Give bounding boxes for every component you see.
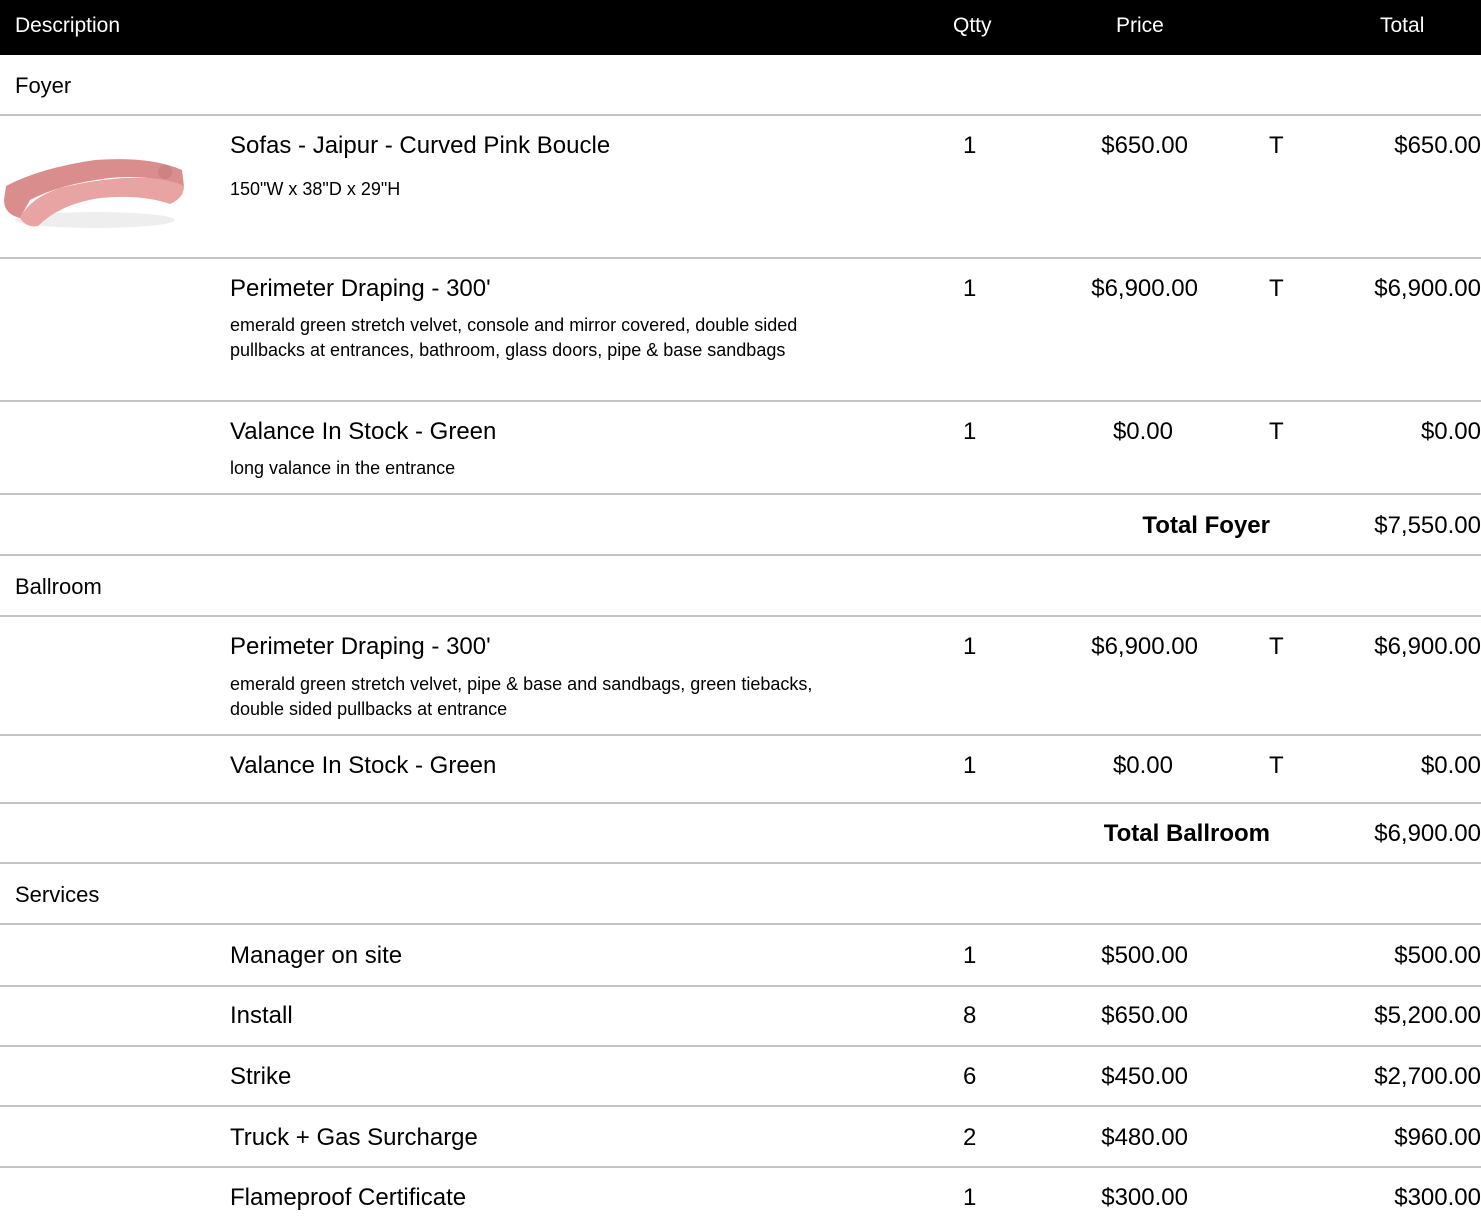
item-total: $5,200.00 [1374, 1002, 1481, 1029]
item-price: $300.00 [1101, 1184, 1188, 1211]
item-price: $500.00 [1101, 942, 1188, 969]
item-price: $480.00 [1101, 1124, 1188, 1151]
divider [0, 1166, 1481, 1168]
item-details: long valance in the entrance [230, 458, 456, 478]
section-total-value: $6,900.00 [1374, 820, 1481, 847]
item-price: $0.00 [1112, 752, 1173, 779]
section-title-ballroom: Ballroom [15, 574, 102, 599]
item-tax: T [1269, 633, 1284, 660]
item-price: $450.00 [1101, 1063, 1188, 1090]
item-name: Truck + Gas Surcharge [230, 1124, 478, 1151]
item-tax: T [1269, 275, 1284, 302]
item-name: Install [230, 1002, 293, 1029]
item-qty: 1 [963, 132, 977, 159]
item-price: $6,900.00 [1091, 633, 1198, 660]
item-name: Strike [230, 1063, 292, 1090]
table-header: Description Qtty Price Total [0, 0, 1481, 55]
item-qty: 1 [963, 418, 977, 445]
section-total-value: $7,550.00 [1374, 512, 1481, 539]
item-qty: 1 [963, 1184, 977, 1211]
item-details: 150"W x 38"D x 29"H [230, 179, 401, 199]
section-title-services: Services [15, 882, 100, 907]
item-name: Perimeter Draping - 300' [230, 275, 491, 302]
item-price: $650.00 [1101, 1002, 1188, 1029]
item-qty: 1 [963, 633, 977, 660]
divider [0, 615, 1481, 617]
header-price: Price [1116, 14, 1164, 37]
item-price: $0.00 [1112, 418, 1173, 445]
item-name: Manager on site [230, 942, 403, 969]
item-total: $2,700.00 [1374, 1063, 1481, 1090]
item-qty: 6 [963, 1063, 977, 1090]
item-name: Flameproof Certificate [230, 1184, 467, 1211]
item-name: Sofas - Jaipur - Curved Pink Boucle [230, 132, 611, 159]
item-total: $650.00 [1394, 132, 1481, 159]
item-qty: 1 [963, 942, 977, 969]
item-total: $6,900.00 [1374, 633, 1481, 660]
divider [0, 734, 1481, 736]
item-qty: 1 [963, 752, 977, 779]
item-qty: 2 [963, 1124, 977, 1151]
item-total: $0.00 [1420, 418, 1481, 445]
divider [0, 802, 1481, 804]
item-tax: T [1269, 418, 1284, 445]
item-details: emerald green stretch velvet, pipe & bas… [230, 674, 813, 719]
item-total: $6,900.00 [1374, 275, 1481, 302]
divider [0, 400, 1481, 402]
divider [0, 257, 1481, 259]
item-price: $650.00 [1101, 132, 1188, 159]
item-name: Valance In Stock - Green [230, 418, 497, 445]
divider [0, 1045, 1481, 1047]
item-total: $500.00 [1394, 942, 1481, 969]
item-name: Perimeter Draping - 300' [230, 633, 491, 660]
divider [0, 493, 1481, 495]
divider [0, 1105, 1481, 1107]
item-details: emerald green stretch velvet, console an… [230, 315, 798, 360]
item-qty: 8 [963, 1002, 977, 1029]
divider [0, 114, 1481, 116]
section-total-label: Total Ballroom [1103, 820, 1270, 847]
header-total: Total [1380, 14, 1425, 37]
item-total: $300.00 [1394, 1184, 1481, 1211]
item-name: Valance In Stock - Green [230, 752, 497, 779]
item-tax: T [1269, 132, 1284, 159]
sofa-image [4, 159, 184, 228]
divider [0, 554, 1481, 556]
section-total-label: Total Foyer [1142, 512, 1270, 539]
header-description: Description [15, 14, 121, 37]
section-title-foyer: Foyer [15, 73, 72, 98]
divider [0, 923, 1481, 925]
item-total: $0.00 [1420, 752, 1481, 779]
item-price: $6,900.00 [1091, 275, 1198, 302]
item-tax: T [1269, 752, 1284, 779]
header-qtty: Qtty [953, 14, 992, 37]
divider [0, 862, 1481, 864]
item-total: $960.00 [1394, 1124, 1481, 1151]
divider [0, 985, 1481, 987]
item-qty: 1 [963, 275, 977, 302]
